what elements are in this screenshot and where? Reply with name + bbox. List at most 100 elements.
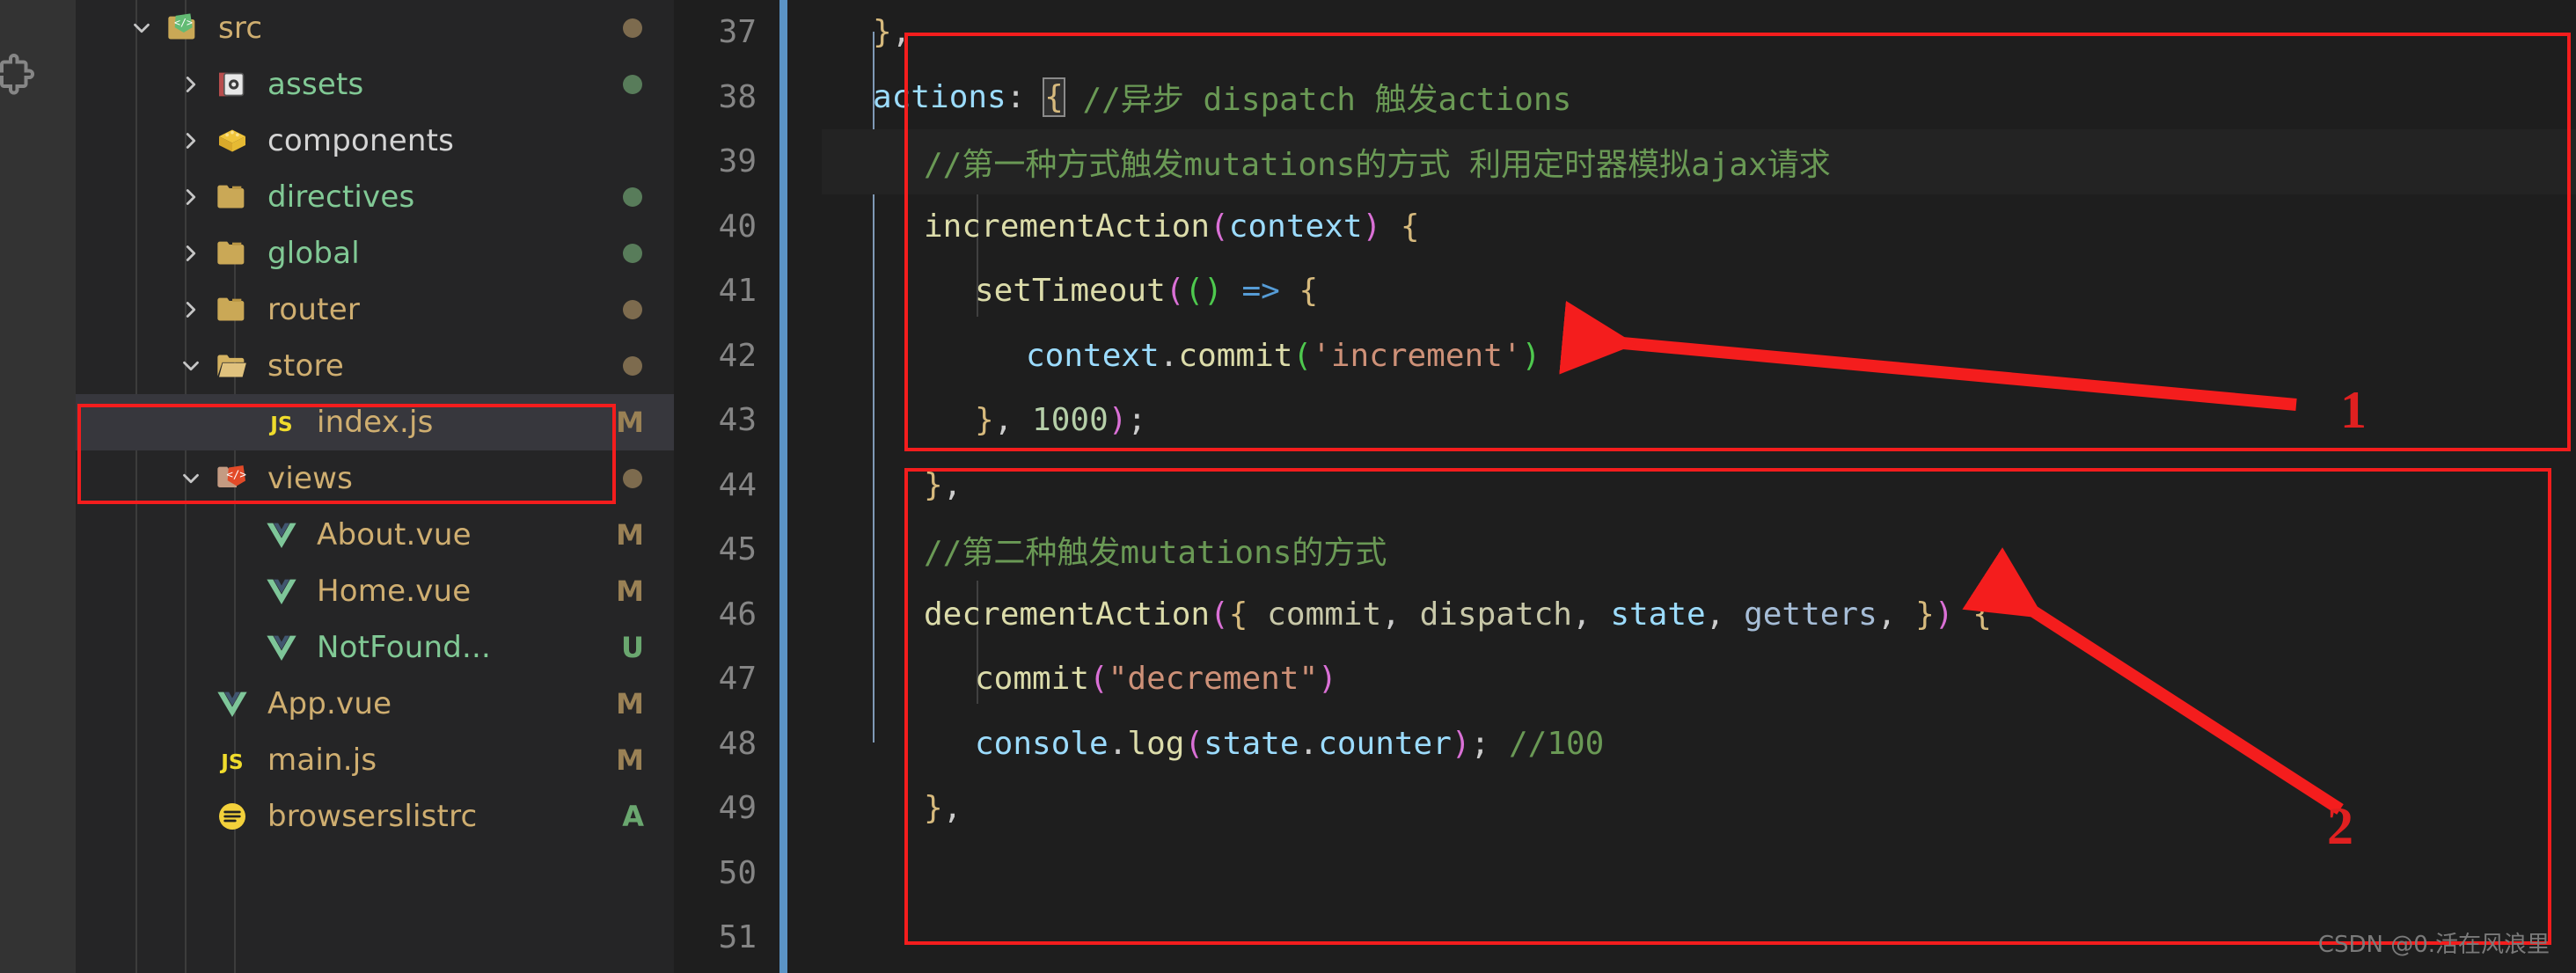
code-line[interactable]: actions: { //异步 dispatch 触发actions <box>822 65 2576 130</box>
code-line[interactable]: context. commit('increment') <box>822 324 2576 389</box>
code-token: } <box>1915 596 1935 633</box>
code-line[interactable]: }, <box>822 776 2576 841</box>
code-line[interactable]: setTimeout(() => { <box>822 259 2576 324</box>
code-token: //第一种方式触发mutations的方式 利用定时器模拟ajax请求 <box>924 146 1831 183</box>
code-line[interactable]: }, <box>822 453 2576 518</box>
code-token: console <box>975 725 1109 762</box>
code-token: , <box>1705 596 1745 633</box>
tree-item-notfound---[interactable]: NotFound... U <box>76 619 674 676</box>
tree-item-label: global <box>267 236 360 271</box>
code-content[interactable]: }, actions: { //异步 dispatch 触发actions//第一… <box>822 0 2576 973</box>
code-token: , <box>1877 596 1916 633</box>
code-line[interactable]: incrementAction(context) { <box>822 194 2576 260</box>
tree-item-router[interactable]: router <box>76 282 674 338</box>
code-token: decrementAction <box>924 596 1211 633</box>
tree-item-global[interactable]: global <box>76 225 674 282</box>
code-token: . <box>1159 337 1179 374</box>
code-token: , <box>1381 596 1420 633</box>
code-token: ( <box>1210 208 1229 245</box>
extensions-icon[interactable] <box>0 51 37 104</box>
line-number: 52 <box>674 970 779 973</box>
code-token: //第二种触发mutations的方式 <box>924 534 1387 571</box>
tree-item-label: src <box>218 11 263 46</box>
code-line[interactable]: }, <box>822 0 2576 65</box>
tree-item-directives[interactable]: directives <box>76 169 674 225</box>
tree-item-label: router <box>267 292 361 327</box>
assets-folder-icon <box>209 67 255 102</box>
code-token: incrementAction <box>924 208 1211 245</box>
tree-item-label: browserslistrc <box>267 799 478 834</box>
chevron-right-icon[interactable] <box>172 128 209 154</box>
folder-status-dot <box>623 244 642 263</box>
code-token: { <box>1972 596 1992 633</box>
code-token: counter <box>1318 725 1452 762</box>
chevron-down-icon[interactable] <box>172 353 209 379</box>
code-token: ( <box>1210 596 1229 633</box>
code-token: , <box>942 790 962 827</box>
tree-item-src[interactable]: </> src <box>76 0 674 56</box>
code-token: . <box>1108 725 1128 762</box>
code-token: { <box>1228 596 1248 633</box>
tree-item-views[interactable]: </> views <box>76 450 674 507</box>
code-token: setTimeout <box>975 273 1166 310</box>
chevron-right-icon[interactable] <box>172 184 209 210</box>
tree-item-app-vue[interactable]: App.vue M <box>76 676 674 732</box>
git-status-badge: U <box>621 631 644 664</box>
tree-item-label: components <box>267 123 455 158</box>
code-token: "decrement" <box>1108 661 1319 698</box>
code-line[interactable]: //第一种方式触发mutations的方式 利用定时器模拟ajax请求 <box>822 129 2576 194</box>
vue-src-folder-icon: </> <box>160 11 206 46</box>
code-line[interactable]: console. log(state. counter); //100 <box>822 712 2576 777</box>
chevron-down-icon[interactable] <box>123 15 160 41</box>
code-line[interactable]: decrementAction({ commit, dispatch, stat… <box>822 582 2576 647</box>
code-token: ( <box>1184 273 1204 310</box>
code-token: ) <box>1451 725 1471 762</box>
code-token: { <box>1043 77 1065 117</box>
vue-file-icon <box>259 517 304 552</box>
tree-item-home-vue[interactable]: Home.vue M <box>76 563 674 619</box>
chevron-right-icon[interactable] <box>172 71 209 98</box>
code-line[interactable]: }, 1000); <box>822 388 2576 453</box>
components-folder-icon <box>209 123 255 158</box>
tree-item-label: NotFound... <box>317 630 492 665</box>
file-tree: </> src assets components directives global ro… <box>76 0 674 845</box>
tree-item-label: views <box>267 461 354 496</box>
code-token: dispatch <box>1419 596 1572 633</box>
chevron-down-icon[interactable] <box>172 465 209 492</box>
code-line[interactable] <box>822 905 2576 970</box>
code-token: ( <box>1165 273 1185 310</box>
line-number: 47 <box>718 661 757 698</box>
tree-item-assets[interactable]: assets <box>76 56 674 113</box>
tree-item-browserslistrc[interactable]: browserslistrc A <box>76 788 674 845</box>
code-token: context <box>1228 208 1363 245</box>
code-line[interactable]: commit("decrement") <box>822 647 2576 712</box>
code-line[interactable] <box>822 841 2576 906</box>
code-token: } <box>924 466 943 503</box>
js-file-icon: JS <box>259 405 304 440</box>
svg-text:JS: JS <box>219 750 243 774</box>
code-token: //异步 dispatch 触发actions <box>1082 82 1572 119</box>
tree-item-store[interactable]: store <box>76 338 674 394</box>
tree-item-components[interactable]: components <box>76 113 674 169</box>
git-status-badge: M <box>616 518 644 552</box>
code-line[interactable]: //第二种触发mutations的方式 <box>822 517 2576 582</box>
code-token: ; <box>1127 402 1147 439</box>
tree-item-label: About.vue <box>317 517 472 552</box>
code-token: , <box>942 466 962 503</box>
chevron-right-icon[interactable] <box>172 296 209 323</box>
line-number: 48 <box>718 725 757 762</box>
vscode-window: </> src assets components directives global ro… <box>0 0 2576 973</box>
tree-item-main-js[interactable]: JS main.js M <box>76 732 674 788</box>
tree-item-index-js[interactable]: JS index.js M <box>76 394 674 450</box>
line-number: 50 <box>718 854 757 891</box>
code-token: => <box>1241 273 1280 310</box>
tree-item-label: directives <box>267 179 415 215</box>
chevron-right-icon[interactable] <box>172 240 209 267</box>
code-line[interactable]: }, <box>822 970 2576 973</box>
tree-item-about-vue[interactable]: About.vue M <box>76 507 674 563</box>
code-token: } <box>873 14 892 51</box>
